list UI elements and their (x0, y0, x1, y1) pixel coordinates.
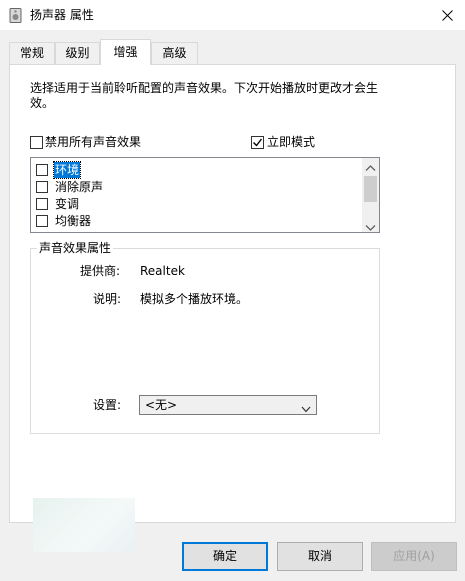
description-value: 模拟多个播放环境。 (140, 292, 249, 306)
speaker-icon (9, 8, 22, 23)
settings-label: 设置: (93, 398, 122, 412)
blurred-region (33, 498, 135, 552)
enhancements-description: 选择适用于当前聆听配置的声音效果。下次开始播放时更改才会生效。 (30, 81, 379, 110)
scroll-up-arrow-icon[interactable] (365, 161, 376, 175)
provider-label: 提供商: (80, 264, 121, 278)
effects-listbox[interactable]: 环境 消除原声 变调 均衡器 (30, 157, 380, 233)
checkbox-box[interactable] (36, 198, 48, 210)
list-scrollbar[interactable] (362, 158, 379, 232)
checkbox-box[interactable] (36, 232, 48, 233)
effect-properties-title: 声音效果属性 (37, 241, 114, 255)
immediate-mode-label: 立即模式 (267, 135, 316, 149)
list-item-label: 环境 (52, 161, 82, 179)
checkbox-box[interactable] (36, 181, 48, 193)
list-item-pitch-shift[interactable]: 变调 (36, 196, 80, 212)
list-item-voice-cancellation[interactable]: 消除原声 (36, 179, 104, 195)
list-item-environment[interactable]: 环境 (36, 161, 82, 179)
cancel-button[interactable]: 取消 (277, 542, 363, 571)
settings-selected-value: <无> (145, 398, 178, 412)
scroll-thumb[interactable] (364, 176, 377, 202)
disable-all-effects-label: 禁用所有声音效果 (45, 135, 142, 149)
provider-value: Realtek (140, 264, 185, 278)
settings-dropdown[interactable]: <无> (139, 395, 317, 415)
ok-button[interactable]: 确定 (182, 542, 268, 571)
window-title: 扬声器 属性 (30, 8, 94, 22)
close-button[interactable] (429, 0, 465, 30)
checkbox-box[interactable] (36, 215, 48, 227)
checkbox-box (251, 135, 264, 149)
tab-levels[interactable]: 级别 (55, 42, 100, 64)
immediate-mode-checkbox[interactable]: 立即模式 (251, 135, 315, 149)
tab-enhancements[interactable]: 增强 (100, 39, 151, 65)
list-item-label: 消除原声 (55, 180, 104, 194)
list-item-label: 变调 (55, 197, 80, 211)
description-label: 说明: (93, 292, 122, 306)
checkbox-box (30, 135, 43, 149)
disable-all-effects-checkbox[interactable]: 禁用所有声音效果 (30, 135, 141, 149)
chevron-down-icon (301, 402, 311, 416)
tab-advanced[interactable]: 高级 (151, 42, 198, 64)
apply-button[interactable]: 应用(A) (371, 542, 457, 571)
checkmark-icon (253, 138, 263, 147)
list-item-partial[interactable] (36, 230, 54, 233)
checkbox-box[interactable] (36, 164, 48, 176)
close-icon (441, 9, 453, 21)
list-item-equalizer[interactable]: 均衡器 (36, 213, 92, 229)
list-item-label: 均衡器 (55, 214, 92, 228)
tab-general[interactable]: 常规 (9, 42, 55, 64)
scroll-down-arrow-icon[interactable] (365, 221, 376, 232)
